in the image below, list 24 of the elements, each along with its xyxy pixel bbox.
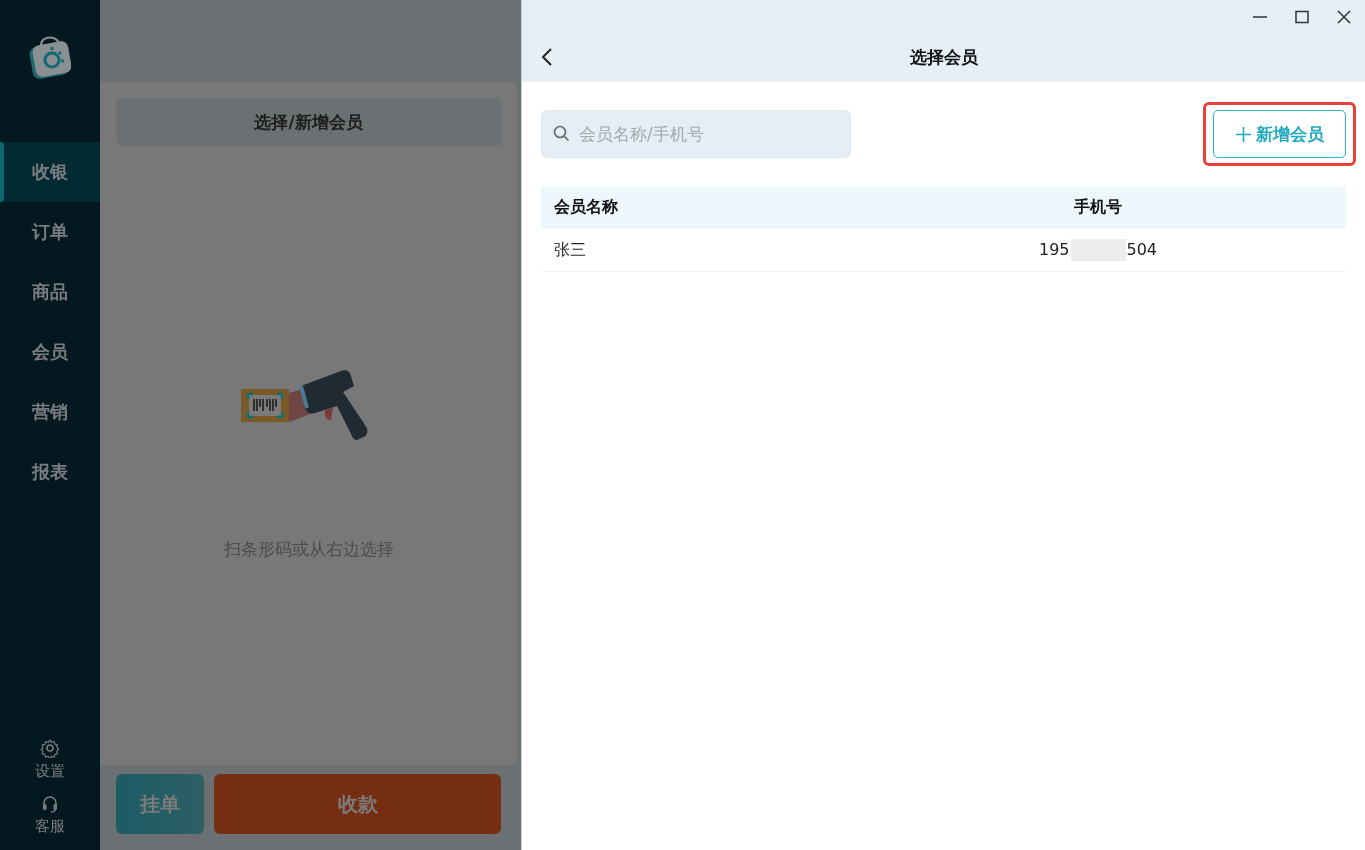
back-icon[interactable] — [540, 47, 554, 67]
column-header: 会员名称 — [541, 186, 850, 229]
settings-icon — [40, 738, 60, 758]
table-cell: 张三 — [541, 229, 850, 272]
phone-start: 195 — [1038, 239, 1070, 259]
nav-item[interactable]: 收银 — [0, 142, 100, 202]
column-header: 手机号 — [850, 186, 1346, 229]
search-icon — [553, 125, 570, 142]
nav-label[interactable]: 设置 — [35, 762, 65, 781]
checkout-button[interactable]: 收款 — [214, 774, 501, 834]
logo-icon — [29, 35, 71, 79]
plus-icon — [1235, 126, 1251, 142]
nav-label[interactable]: 客服 — [35, 817, 65, 836]
headset-icon — [41, 795, 59, 813]
add-member-button[interactable]: 新增会员 — [1213, 110, 1346, 158]
nav-item[interactable]: 商品 — [0, 262, 100, 322]
nav-item[interactable]: 订单 — [0, 202, 100, 262]
nav-item[interactable]: 报表 — [0, 442, 100, 502]
panel-title: 选择会员 — [909, 45, 978, 69]
nav-item[interactable]: 会员 — [0, 322, 100, 382]
phone-end: 504 — [1126, 239, 1158, 259]
nav-item[interactable]: 营销 — [0, 382, 100, 442]
select-member-button[interactable]: 选择/新增会员 — [115, 98, 502, 146]
search-field[interactable]: 会员名称/手机号 — [541, 110, 851, 158]
